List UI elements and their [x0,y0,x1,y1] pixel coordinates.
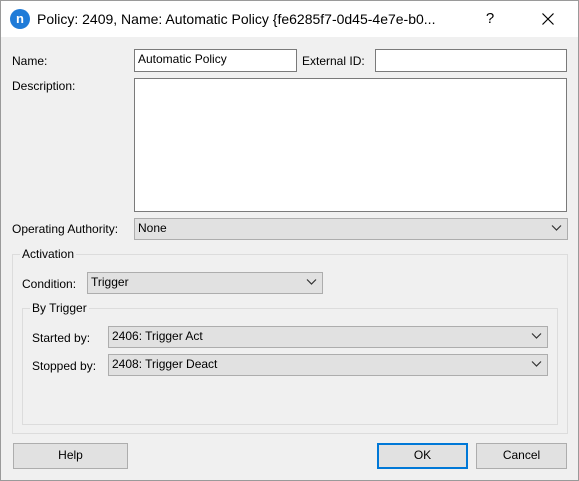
help-button[interactable]: Help [13,443,128,469]
close-icon [542,13,554,25]
external-id-input[interactable] [375,49,567,72]
stopped-by-label: Stopped by: [32,359,97,373]
app-logo-icon: n [10,9,30,29]
title-help-button[interactable]: ? [467,1,513,37]
name-input[interactable]: Automatic Policy [134,49,297,72]
started-by-label: Started by: [32,331,91,345]
started-by-value: 2406: Trigger Act [112,329,203,343]
chevron-down-icon [551,225,562,231]
operating-authority-label: Operating Authority: [12,222,119,236]
condition-select[interactable]: Trigger [87,272,323,294]
description-textarea[interactable] [134,78,567,212]
title-bar: n Policy: 2409, Name: Automatic Policy {… [1,1,578,37]
window-title: Policy: 2409, Name: Automatic Policy {fe… [37,11,436,27]
operating-authority-select[interactable]: None [134,218,568,240]
stopped-by-value: 2408: Trigger Deact [112,357,218,371]
policy-dialog: n Policy: 2409, Name: Automatic Policy {… [0,0,579,481]
operating-authority-value: None [138,221,167,235]
close-button[interactable] [525,1,571,37]
condition-value: Trigger [91,275,129,289]
chevron-down-icon [306,279,317,285]
name-label: Name: [12,54,48,68]
description-label: Description: [12,79,76,93]
condition-label: Condition: [22,277,77,291]
started-by-select[interactable]: 2406: Trigger Act [108,326,548,348]
by-trigger-group-title: By Trigger [30,301,89,315]
cancel-button[interactable]: Cancel [476,443,567,469]
external-id-label: External ID: [302,54,365,68]
chevron-down-icon [531,361,542,367]
ok-button[interactable]: OK [377,443,468,469]
activation-group-title: Activation [20,247,77,261]
chevron-down-icon [531,333,542,339]
stopped-by-select[interactable]: 2408: Trigger Deact [108,354,548,376]
